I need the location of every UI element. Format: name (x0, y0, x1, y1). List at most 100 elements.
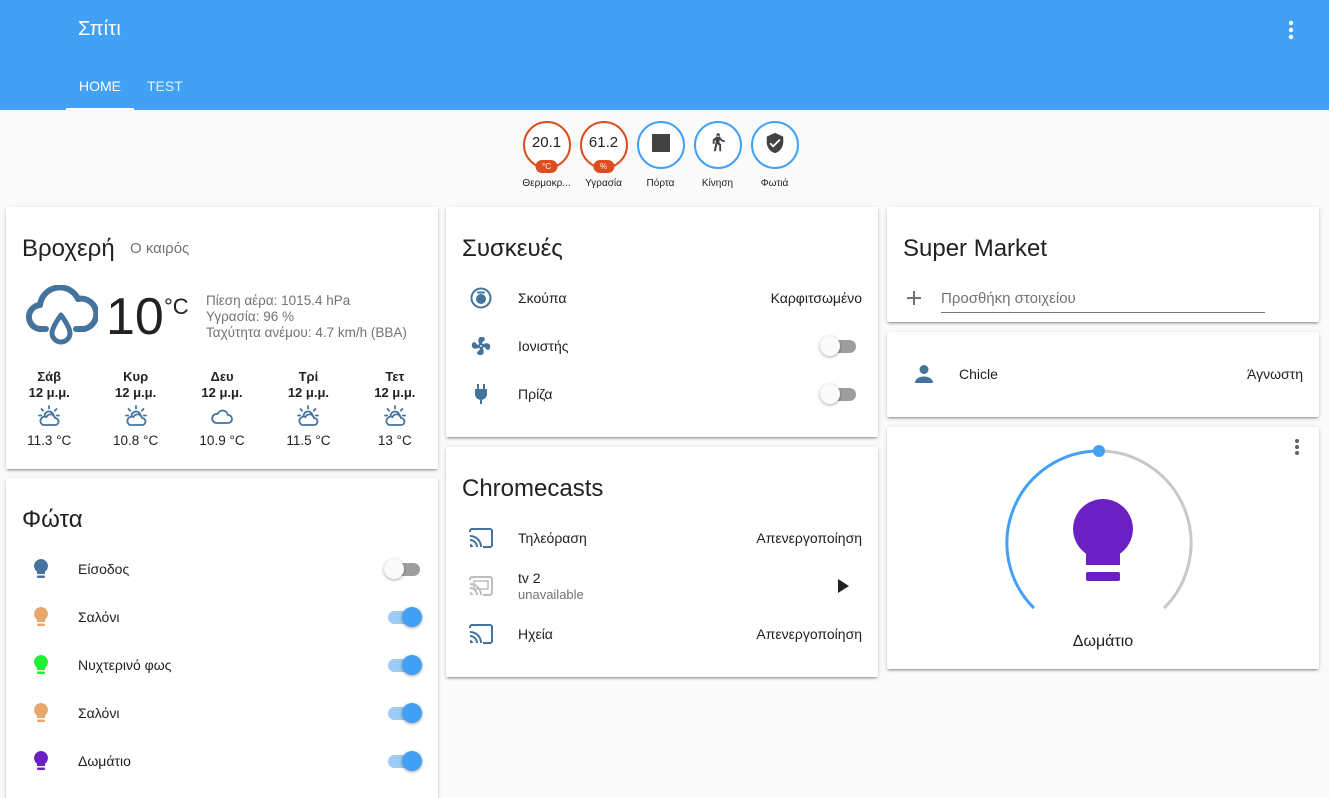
media-row: Ηχεία Απενεργοποίηση (446, 614, 878, 654)
weather-forecast: Σάβ 12 μ.μ. 11.3 °C Κυρ 12 μ.μ. 10.8 °C … (6, 369, 438, 448)
tab-test[interactable]: TEST (134, 66, 196, 110)
cast-icon[interactable] (466, 619, 496, 649)
lights-card: Φώτα Είσοδος Σαλόνι Νυχτερινό φως Σαλόνι… (6, 478, 438, 798)
light-card-name: Δωμάτιο (1072, 633, 1134, 650)
media-status: unavailable (518, 587, 584, 602)
badge-label: Πόρτα (646, 178, 675, 189)
lightbulb-icon[interactable] (26, 554, 56, 584)
light-name: Σαλόνι (78, 609, 120, 625)
weather-pressure: Πίεση αέρα: 1015.4 hPa (206, 293, 351, 308)
badge-humidity[interactable]: 61.2 % Υγρασία (575, 121, 632, 189)
device-toggle[interactable] (820, 384, 858, 404)
forecast-day-name: Δευ (210, 369, 234, 384)
forecast-day: Δευ 12 μ.μ. 10.9 °C (179, 369, 265, 448)
forecast-day: Σάβ 12 μ.μ. 11.3 °C (6, 369, 92, 448)
fan-icon[interactable] (466, 331, 496, 361)
light-toggle[interactable] (384, 559, 422, 579)
device-row: Πρίζα (446, 374, 878, 414)
device-name: Σκούπα (518, 290, 567, 306)
chromecasts-card: Chromecasts Τηλεόραση Απενεργοποίηση tv … (446, 447, 878, 677)
badge-fire[interactable]: Φωτιά (746, 121, 803, 189)
toggle-thumb (820, 336, 840, 356)
badge-value: 61.2 (588, 133, 619, 151)
walk-icon (707, 131, 729, 160)
badge-label: Υγρασία (585, 178, 622, 189)
lightbulb-icon[interactable] (26, 650, 56, 680)
forecast-temp: 10.9 °C (199, 433, 245, 448)
weather-attributes: Πίεση αέρα: 1015.4 hPa Υγρασία: 96 % Ταχ… (206, 293, 407, 341)
device-state[interactable]: Καρφιτσωμένο (771, 290, 862, 306)
media-row: tv 2 unavailable (446, 566, 878, 606)
media-name: Ηχεία (518, 626, 553, 642)
card-title: Chromecasts (462, 475, 604, 502)
plus-icon[interactable] (905, 289, 923, 307)
light-name: Δωμάτιο (78, 753, 131, 769)
light-toggle[interactable] (384, 703, 422, 723)
toggle-thumb (384, 559, 404, 579)
cast-icon[interactable] (466, 571, 496, 601)
account-icon[interactable] (909, 359, 939, 389)
forecast-time: 12 μ.μ. (201, 385, 243, 400)
badge-circle: 20.1 °C (522, 121, 571, 173)
forecast-temp: 11.5 °C (286, 433, 331, 448)
forecast-day: Τετ 12 μ.μ. 13 °C (352, 369, 438, 448)
badge-value: 20.1 (531, 133, 562, 151)
tab-home[interactable]: HOME (66, 66, 134, 110)
forecast-time: 12 μ.μ. (287, 385, 330, 400)
add-item-input[interactable] (941, 285, 1265, 313)
person-name: Chicle (959, 366, 998, 382)
light-toggle[interactable] (384, 655, 422, 675)
lightbulb-icon[interactable] (26, 746, 56, 776)
light-row: Νυχτερινό φως (6, 645, 438, 685)
lightbulb-icon[interactable] (26, 698, 56, 728)
square-stop-icon (651, 133, 670, 157)
toggle-thumb (402, 607, 422, 627)
light-name: Νυχτερινό φως (78, 657, 172, 673)
badge-door[interactable]: Πόρτα (632, 121, 689, 189)
badge-label: Κίνηση (701, 178, 734, 189)
toggle-thumb (820, 384, 840, 404)
forecast-time: 12 μ.μ. (115, 385, 157, 400)
toggle-thumb (402, 655, 422, 675)
robot-vacuum-icon[interactable] (466, 283, 496, 313)
badge-temperature[interactable]: 20.1 °C Θερμοκρ... (518, 121, 575, 189)
devices-card: Συσκευές Σκούπα Καρφιτσωμένο Ιονιστής Πρ… (446, 207, 878, 437)
badges-bar: 20.1 °C Θερμοκρ... 61.2 % Υγρασία Πόρτα … (518, 121, 803, 189)
device-toggle[interactable] (820, 336, 858, 356)
light-toggle[interactable] (384, 751, 422, 771)
person-row: Chicle Άγνωστη (887, 354, 1319, 394)
forecast-day: Κυρ 12 μ.μ. 10.8 °C (92, 369, 178, 448)
media-name: tv 2 unavailable (518, 570, 584, 602)
device-row: Ιονιστής (446, 326, 878, 366)
light-toggle[interactable] (384, 607, 422, 627)
weather-wind: Ταχύτητα ανέμου: 4.7 km/h (ΒΒΑ) (206, 325, 407, 340)
forecast-day-name: Σάβ (37, 369, 62, 384)
view-tabs: HOME TEST (66, 66, 196, 110)
badge-label: Φωτιά (760, 178, 789, 189)
cloudy-icon (179, 403, 265, 429)
cast-icon[interactable] (466, 523, 496, 553)
light-row: Σαλόνι (6, 597, 438, 637)
light-row: Είσοδος (6, 549, 438, 589)
weather-condition: Βροχερή (22, 235, 115, 262)
weather-card[interactable]: Βροχερή Ο καιρός 10 °C Πίεση αέρα: 1015.… (6, 207, 438, 469)
lightbulb-icon[interactable] (26, 602, 56, 632)
more-vert-icon[interactable] (1278, 16, 1304, 44)
badge-circle (750, 121, 799, 169)
forecast-temp: 13 °C (377, 433, 412, 448)
forecast-day-name: Κυρ (123, 369, 149, 384)
forecast-day-name: Τρί (298, 369, 319, 384)
play-icon[interactable] (836, 579, 850, 593)
toggle-thumb (402, 751, 422, 771)
badge-circle: 61.2 % (579, 121, 628, 173)
media-title: tv 2 (518, 570, 541, 586)
brightness-handle[interactable] (1093, 445, 1105, 457)
person-state: Άγνωστη (1247, 366, 1303, 382)
badge-motion[interactable]: Κίνηση (689, 121, 746, 189)
card-title: Φώτα (22, 506, 83, 533)
device-row: Σκούπα Καρφιτσωμένο (446, 278, 878, 318)
brightness-slider[interactable] (887, 427, 1319, 627)
power-plug-icon[interactable] (466, 379, 496, 409)
light-row: Σαλόνι (6, 693, 438, 733)
lightbulb-icon[interactable] (1073, 499, 1133, 581)
